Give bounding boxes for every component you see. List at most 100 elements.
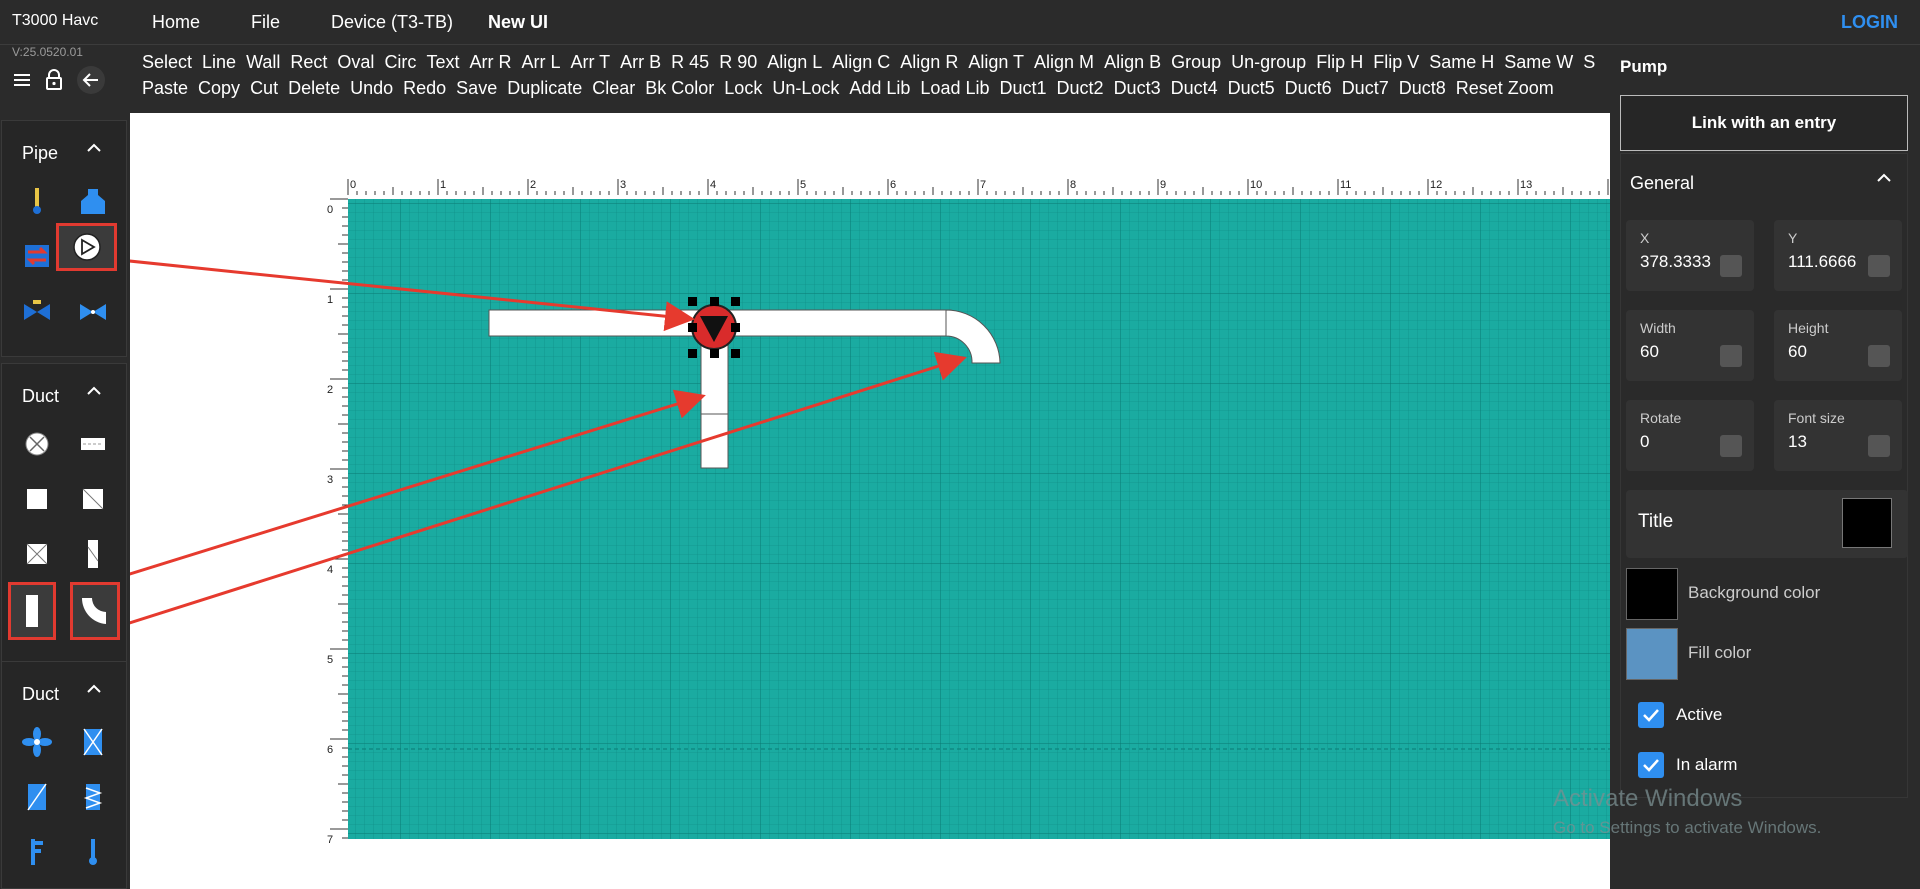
x-stepper-icon[interactable] [1720,255,1742,277]
back-icon[interactable] [76,65,106,95]
toolbar-cmd-r1-16[interactable]: Align T [968,52,1024,72]
toolbar-cmd-r2-18[interactable]: Duct5 [1228,78,1275,98]
chevron-up-icon[interactable] [1876,173,1892,183]
height-input[interactable] [1788,342,1868,362]
toolbar-cmd-r1-20[interactable]: Un-group [1231,52,1306,72]
chevron-up-icon[interactable] [86,684,102,694]
toolbar-cmd-r1-25[interactable]: S [1583,52,1595,72]
toolbar-cmd-r2-11[interactable]: Un-Lock [772,78,839,98]
sensor-icon[interactable] [70,829,116,875]
toolbar-cmd-r1-7[interactable]: Arr R [469,52,511,72]
drawing-canvas[interactable]: 0 1 2 3 4 5 6 7 8 9 10 11 12 13 01234567 [109,113,1610,889]
toolbar-cmd-r1-2[interactable]: Wall [246,52,280,72]
toolbar-cmd-r1-15[interactable]: Align R [900,52,958,72]
toolbar-cmd-r1-21[interactable]: Flip H [1316,52,1363,72]
menu-icon[interactable] [12,70,32,90]
filter-box-icon[interactable] [70,719,116,765]
toolbar-cmd-r2-8[interactable]: Clear [592,78,635,98]
toolbar-cmd-r2-17[interactable]: Duct4 [1171,78,1218,98]
y-input[interactable] [1788,252,1868,272]
toolbar-cmd-r1-18[interactable]: Align B [1104,52,1161,72]
fill-color-swatch[interactable] [1626,628,1678,680]
height-stepper-icon[interactable] [1868,345,1890,367]
toolbar-cmd-r2-13[interactable]: Load Lib [920,78,989,98]
coil-icon[interactable] [14,774,60,820]
toolbar-cmd-r1-10[interactable]: Arr B [620,52,661,72]
toolbar-cmd-r1-24[interactable]: Same W [1504,52,1573,72]
round-damper-icon[interactable] [14,421,60,467]
toolbar-cmd-r2-3[interactable]: Delete [288,78,340,98]
heater-icon[interactable] [70,774,116,820]
toolbar-cmd-r2-21[interactable]: Duct8 [1399,78,1446,98]
heat-exchanger-icon[interactable] [14,233,60,279]
square-duct-icon[interactable] [14,476,60,522]
lock-icon[interactable] [44,69,64,91]
toolbar-cmd-r1-23[interactable]: Same H [1429,52,1494,72]
toolbar-cmd-r2-6[interactable]: Save [456,78,497,98]
tank-icon[interactable] [70,178,116,224]
duct-divider-icon[interactable] [70,421,116,467]
width-stepper-icon[interactable] [1720,345,1742,367]
nav-device[interactable]: Device (T3-TB) [331,12,453,33]
rotate-stepper-icon[interactable] [1720,435,1742,457]
toolbar-cmd-r2-5[interactable]: Redo [403,78,446,98]
toolbar-cmd-r1-19[interactable]: Group [1171,52,1221,72]
elbow-duct-icon[interactable] [70,582,120,640]
x-input[interactable] [1640,252,1720,272]
y-stepper-icon[interactable] [1868,255,1890,277]
chevron-up-icon[interactable] [86,143,102,153]
pump-icon[interactable] [56,223,117,271]
login-button[interactable]: LOGIN [1841,12,1898,33]
filter-icon[interactable] [14,531,60,577]
font-size-input[interactable] [1788,432,1868,452]
toolbar-cmd-r2-4[interactable]: Undo [350,78,393,98]
nav-new-ui[interactable]: New UI [488,12,548,33]
toolbar-cmd-r1-22[interactable]: Flip V [1373,52,1419,72]
rotate-input[interactable] [1640,432,1720,452]
fan-icon[interactable] [14,719,60,765]
toolbar-cmd-r1-1[interactable]: Line [202,52,236,72]
background-color-swatch[interactable] [1626,568,1678,620]
chevron-up-icon[interactable] [86,386,102,396]
toolbar-cmd-r2-1[interactable]: Copy [198,78,240,98]
toolbar-cmd-r2-19[interactable]: Duct6 [1285,78,1332,98]
thermometer-icon[interactable] [14,178,60,224]
link-entry-button[interactable]: Link with an entry [1620,95,1908,151]
butterfly-valve-icon[interactable] [70,288,116,334]
toolbar-cmd-r1-12[interactable]: R 90 [719,52,757,72]
toolbar-cmd-r2-16[interactable]: Duct3 [1114,78,1161,98]
in-alarm-checkbox[interactable] [1638,752,1664,778]
toolbar-cmd-r2-14[interactable]: Duct1 [1000,78,1047,98]
straight-duct-icon[interactable] [8,582,56,640]
toolbar-cmd-r1-6[interactable]: Text [426,52,459,72]
toolbar-cmd-r1-4[interactable]: Oval [337,52,374,72]
nav-home[interactable]: Home [152,12,200,33]
toolbar-cmd-r1-9[interactable]: Arr T [570,52,610,72]
toolbar-cmd-r1-11[interactable]: R 45 [671,52,709,72]
toolbar-cmd-r2-10[interactable]: Lock [724,78,762,98]
nav-file[interactable]: File [251,12,280,33]
font-size-stepper-icon[interactable] [1868,435,1890,457]
toolbar-cmd-r2-15[interactable]: Duct2 [1057,78,1104,98]
toolbar-cmd-r2-22[interactable]: Reset Zoom [1456,78,1554,98]
title-color-swatch[interactable] [1842,498,1892,548]
toolbar-cmd-r2-2[interactable]: Cut [250,78,278,98]
toolbar-cmd-r2-7[interactable]: Duplicate [507,78,582,98]
toolbar-cmd-r1-13[interactable]: Align L [767,52,822,72]
flag-icon[interactable] [14,829,60,875]
square-damper-icon[interactable] [70,476,116,522]
active-checkbox[interactable] [1638,702,1664,728]
canvas-area[interactable]: 0 1 2 3 4 5 6 7 8 9 10 11 12 13 01234567 [109,113,1610,889]
valve-icon[interactable] [14,288,60,334]
toolbar-cmd-r1-17[interactable]: Align M [1034,52,1094,72]
toolbar-cmd-r1-3[interactable]: Rect [290,52,327,72]
toolbar-cmd-r2-20[interactable]: Duct7 [1342,78,1389,98]
toolbar-cmd-r1-5[interactable]: Circ [384,52,416,72]
width-input[interactable] [1640,342,1720,362]
toolbar-cmd-r1-0[interactable]: Select [142,52,192,72]
toolbar-cmd-r2-9[interactable]: Bk Color [645,78,714,98]
toolbar-cmd-r1-8[interactable]: Arr L [521,52,560,72]
thin-duct-icon[interactable] [70,531,116,577]
toolbar-cmd-r2-12[interactable]: Add Lib [849,78,910,98]
toolbar-cmd-r2-0[interactable]: Paste [142,78,188,98]
